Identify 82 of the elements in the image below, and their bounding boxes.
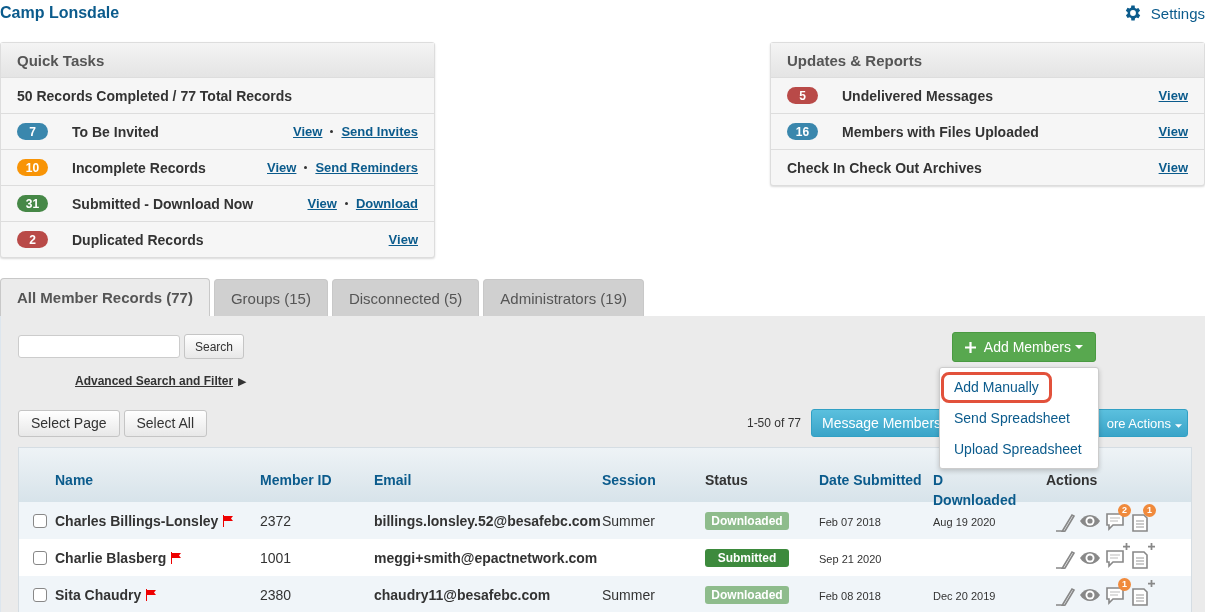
row-checkbox[interactable] [33,550,47,565]
status-badge: Downloaded [705,511,789,530]
column-header[interactable]: Date Submitted [819,468,933,490]
email-cell: chaudry11@besafebc.com [374,586,551,603]
table-cell: 2372 [260,512,292,529]
panel-title: Updates & Reports [787,51,923,69]
task-label: Incomplete Records [72,159,206,176]
separator-dot [304,166,308,169]
table-cell: Summer [602,586,655,603]
status-badge: Downloaded [705,585,789,604]
select-button[interactable]: Select Page [18,409,120,437]
report-label: Undelivered Messages [842,87,993,104]
date-cell: Dec 20 2019 [933,589,996,602]
caret-icon [1175,424,1182,428]
column-header: Status [705,471,749,490]
tab[interactable]: Disconnected (5) [331,279,480,316]
row-checkbox[interactable] [33,587,47,602]
count-badge: 2 [17,231,48,248]
email-cell: billings.lonsley.52@besafebc.com [374,512,601,529]
task-label: To Be Invited [72,123,159,140]
plus-icon [964,341,976,353]
search-field[interactable] [18,335,180,358]
task-link[interactable]: Send Invites [341,124,418,139]
count-badge: 2 [1118,503,1131,517]
tab[interactable]: All Member Records (77) [0,278,210,316]
task-link[interactable]: View [293,124,323,139]
member-name[interactable]: Charlie Blasberg [55,549,167,566]
add-plus-icon [1123,542,1130,550]
settings-link[interactable]: Settings [1122,3,1205,23]
page-title: Camp Lonsdale [0,4,120,22]
task-label: Duplicated Records [72,231,204,248]
count-badge: 10 [17,159,48,176]
count-badge: 7 [17,123,48,140]
select-button[interactable]: Select All [123,409,208,437]
count-badge: 1 [1118,577,1131,591]
add-plus-icon [1148,542,1155,550]
member-name[interactable]: Charles Billings-Lonsley [55,512,219,529]
records-summary: 50 Records Completed / 77 Total Records [17,87,293,104]
task-link[interactable]: Send Reminders [315,160,418,175]
column-header[interactable]: Member ID [260,468,374,490]
table-cell: 1001 [260,549,292,566]
tab[interactable]: Groups (15) [213,279,328,316]
column-header: Actions [1046,471,1099,490]
report-label: Members with Files Uploaded [842,123,1039,140]
menu-item[interactable]: Add Manually [941,372,1052,403]
email-cell: meggi+smith@epactnetwork.com [374,549,598,566]
task-link[interactable]: View [388,232,418,247]
column-header[interactable]: Name [55,468,260,490]
column-header[interactable]: Session [602,468,705,490]
count-badge: 5 [787,87,818,104]
caret-icon [1075,345,1083,349]
task-label: Submitted - Download Now [72,195,254,212]
separator-dot [344,202,348,205]
count-badge: 16 [787,123,818,140]
task-link[interactable]: View [267,160,297,175]
view-link[interactable]: View [1158,88,1188,103]
task-link[interactable]: Download [355,196,418,211]
count-badge: 31 [17,195,48,212]
member-name[interactable]: Sita Chaudry [55,586,142,603]
date-cell: Sep 21 2020 [819,552,882,565]
panel-title: Quick Tasks [17,51,105,69]
separator-dot [330,130,334,133]
date-cell: Feb 07 2018 [819,515,881,528]
report-label: Check In Check Out Archives [787,159,982,176]
task-link[interactable]: View [307,196,337,211]
expand-arrow: ▶ [238,374,247,388]
table-cell: Summer [602,512,655,529]
tab[interactable]: Administrators (19) [483,279,645,316]
view-link[interactable]: View [1158,160,1188,175]
count-badge: 1 [1143,503,1156,517]
view-link[interactable]: View [1158,124,1188,139]
date-cell: Aug 19 2020 [933,515,996,528]
advanced-search-link[interactable]: Advanced Search and Filter [75,374,234,388]
add-plus-icon [1148,579,1155,587]
menu-item[interactable]: Upload Spreadsheet [941,434,1098,465]
pagination-text: 1-50 of 77 [746,416,801,430]
table-cell: 2380 [260,586,292,603]
status-badge: Submitted [705,548,789,567]
search-button[interactable]: Search [184,334,245,359]
row-checkbox[interactable] [33,513,47,528]
column-header[interactable]: Email [374,468,602,490]
date-cell: Feb 08 2018 [819,589,881,602]
